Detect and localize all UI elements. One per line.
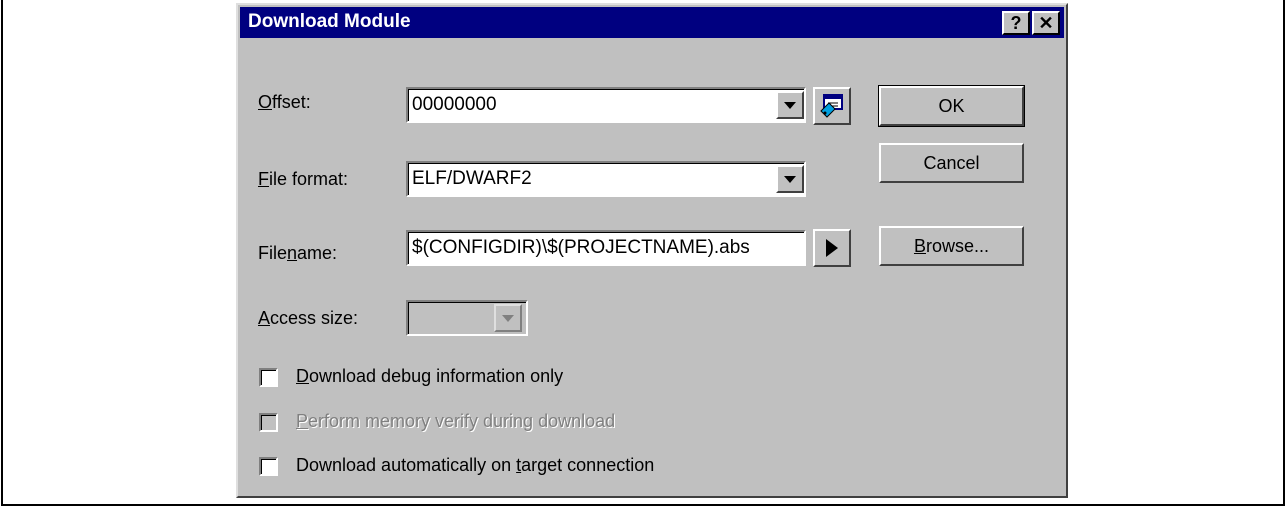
ok-button[interactable]: OK [878, 85, 1025, 127]
memory-verify-checkbox[interactable] [259, 413, 278, 432]
address-picker-button[interactable] [813, 87, 851, 125]
browse-button[interactable]: Browse... [879, 226, 1024, 266]
file-format-dropdown-button[interactable] [776, 165, 804, 193]
help-icon: ? [1010, 12, 1022, 33]
offset-input[interactable]: 00000000 [406, 87, 806, 123]
filename-label: Filename: [258, 243, 338, 263]
offset-value: 00000000 [412, 94, 497, 115]
cancel-button[interactable]: Cancel [879, 143, 1024, 183]
address-picker-icon [820, 94, 843, 118]
filename-input[interactable]: $(CONFIGDIR)\$(PROJECTNAME).abs [406, 230, 806, 266]
file-format-value: ELF/DWARF2 [412, 168, 532, 189]
help-button[interactable]: ? [1002, 11, 1030, 35]
filename-macro-button[interactable] [813, 229, 851, 267]
close-button[interactable]: ✕ [1032, 11, 1060, 35]
memory-verify-label: Perform memory verify during download [296, 411, 616, 431]
auto-download-label[interactable]: Download automatically on target connect… [296, 455, 654, 476]
access-size-label: Access size: [258, 308, 359, 328]
title-bar: Download Module ? ✕ [240, 7, 1064, 38]
file-format-select[interactable]: ELF/DWARF2 [406, 161, 806, 197]
download-debug-only-label[interactable]: Download debug information only [296, 366, 563, 387]
filename-value: $(CONFIGDIR)\$(PROJECTNAME).abs [412, 237, 750, 258]
file-format-label: File format: [258, 169, 349, 189]
download-module-dialog: Download Module ? ✕ Offset: 00000000 Fil… [236, 3, 1068, 498]
dropdown-arrow-icon [784, 101, 796, 109]
dialog-title: Download Module [248, 11, 411, 32]
auto-download-checkbox[interactable] [259, 457, 278, 476]
download-debug-only-checkbox[interactable] [259, 368, 278, 387]
close-icon: ✕ [1038, 12, 1054, 33]
offset-label: Offset: [258, 92, 311, 112]
access-size-dropdown-button[interactable] [494, 304, 522, 332]
play-arrow-icon [826, 239, 838, 257]
dropdown-arrow-icon [502, 314, 514, 322]
offset-dropdown-button[interactable] [776, 91, 804, 119]
dropdown-arrow-icon [784, 175, 796, 183]
